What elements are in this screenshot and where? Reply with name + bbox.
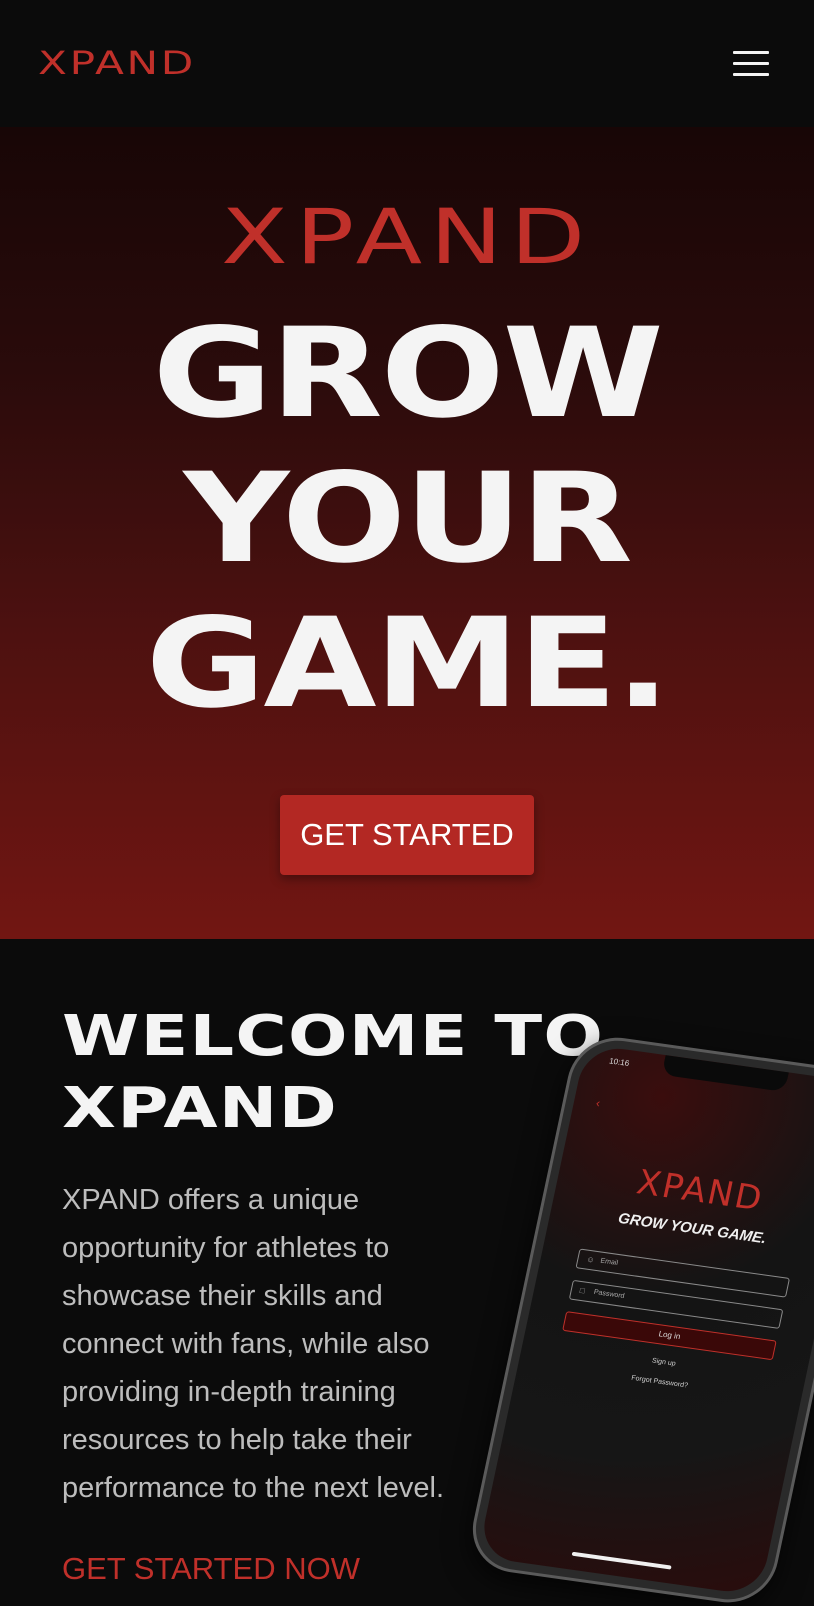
welcome-title-line: WELCOME TO bbox=[62, 1004, 605, 1069]
headline-line: YOUR bbox=[183, 447, 633, 591]
nav-logo[interactable]: XPAND bbox=[38, 44, 196, 82]
phone-home-indicator bbox=[571, 1551, 672, 1570]
phone-forgot-password-link: Forgot Password? bbox=[630, 1374, 689, 1390]
back-arrow-icon: ‹ bbox=[594, 1095, 602, 1111]
hero-headline: GROW YOUR GAME. bbox=[0, 302, 814, 737]
user-icon: ☺ bbox=[585, 1254, 596, 1265]
hero-logo: XPAND bbox=[221, 192, 593, 281]
phone-time: 10:16 bbox=[608, 1056, 631, 1068]
password-placeholder: Password bbox=[593, 1288, 626, 1301]
welcome-title-line: XPAND bbox=[62, 1076, 338, 1141]
headline-line: GAME. bbox=[145, 592, 671, 736]
menu-bar bbox=[733, 73, 769, 76]
get-started-now-link[interactable]: GET STARTED NOW bbox=[62, 1551, 360, 1587]
hero-section: XPAND GROW YOUR GAME. GET STARTED bbox=[0, 127, 814, 939]
headline-line: GROW bbox=[152, 302, 663, 446]
get-started-button[interactable]: GET STARTED bbox=[280, 795, 534, 875]
welcome-description: XPAND offers a unique opportunity for at… bbox=[62, 1184, 445, 1504]
hamburger-menu-icon[interactable] bbox=[733, 51, 769, 77]
email-placeholder: Email bbox=[599, 1257, 619, 1267]
top-nav: XPAND bbox=[0, 0, 814, 127]
menu-bar bbox=[733, 62, 769, 65]
menu-bar bbox=[733, 51, 769, 54]
welcome-title: WELCOME TO XPAND bbox=[62, 1001, 604, 1145]
lock-icon: □ bbox=[578, 1285, 586, 1296]
